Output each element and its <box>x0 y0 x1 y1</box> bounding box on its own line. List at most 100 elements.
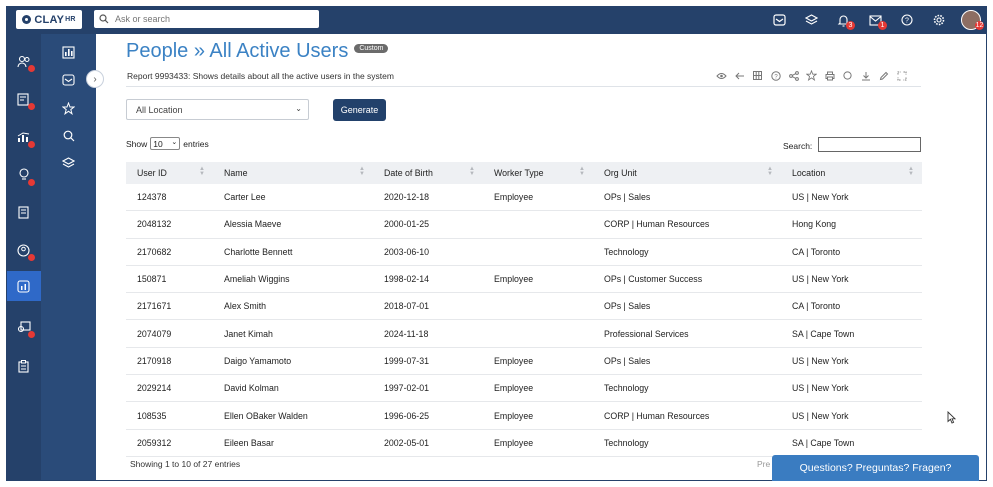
table-row[interactable]: 2171671 Alex Smith 2018-07-01 OPs | Sales CA… <box>126 292 922 321</box>
table-row[interactable]: 2029214 David Kolman 1997-02-01 Employee Tec… <box>126 374 922 403</box>
rail-analytics[interactable] <box>6 122 41 152</box>
rail-ideas[interactable] <box>6 160 41 190</box>
global-search-input[interactable] <box>113 13 307 25</box>
print-icon[interactable] <box>823 69 836 82</box>
download-icon[interactable] <box>859 69 872 82</box>
table-row[interactable]: 2170918 Daigo Yamamoto 1999-07-31 Employee O… <box>126 347 922 376</box>
cell-user-id: 2048132 <box>126 210 213 239</box>
rail-tasks[interactable] <box>6 351 41 381</box>
cell-location: US | New York <box>781 401 922 430</box>
alert-dot <box>28 103 35 110</box>
cell-org-unit: Technology <box>593 429 781 457</box>
column-header-name[interactable]: Name ▲ ▼ <box>213 162 373 184</box>
primary-sidebar <box>6 34 41 481</box>
mail-icon[interactable] <box>763 6 795 34</box>
cell-dob: 2018-07-01 <box>373 292 483 321</box>
rail-recruiting[interactable] <box>6 312 41 342</box>
edit-icon[interactable] <box>877 69 890 82</box>
share-icon[interactable] <box>787 69 800 82</box>
alert-dot <box>28 331 35 338</box>
help-chat-button[interactable]: Questions? Preguntas? Fragen? <box>772 455 979 481</box>
pagination-previous[interactable]: Pre <box>757 459 770 469</box>
users-table: User ID ▲ ▼ Name ▲ ▼ Date of Birth ▲ ▼ Worker … <box>126 162 922 457</box>
sort-icon: ▲ ▼ <box>469 166 475 177</box>
entries-select[interactable]: 10 ⌄ <box>150 137 181 150</box>
rail-reports[interactable] <box>6 271 41 301</box>
help-circle-icon[interactable]: ? <box>769 69 782 82</box>
report-description: Report 9993433: Shows details about all … <box>127 71 394 81</box>
subnav-dashboard[interactable] <box>41 41 96 63</box>
location-select[interactable]: All Location ⌄ <box>126 99 309 120</box>
help-icon[interactable]: ? <box>891 6 923 34</box>
table-row[interactable]: 150871 Ameliah Wiggins 1998-02-14 Employee O… <box>126 265 922 294</box>
subnav-search[interactable] <box>41 125 96 147</box>
cell-dob: 2003-06-10 <box>373 238 483 266</box>
table-row[interactable]: 2059312 Eileen Basar 2002-05-01 Employee Tec… <box>126 429 922 457</box>
top-bar: CLAY HR 3 1 ? <box>6 6 987 34</box>
search-icon <box>63 130 74 142</box>
cell-name: Alex Smith <box>213 292 373 321</box>
rail-profile[interactable] <box>6 235 41 265</box>
cell-user-id: 2171671 <box>126 292 213 321</box>
table-row[interactable]: 2170682 Charlotte Bennett 2003-06-10 Techno… <box>126 238 922 266</box>
chevron-down-icon: ⌄ <box>171 139 178 146</box>
layers-icon <box>62 157 75 168</box>
column-header-location[interactable]: Location ▲ ▼ <box>781 162 922 184</box>
cell-worker-type: Employee <box>483 429 593 457</box>
logo-text: CLAY <box>34 13 65 26</box>
mouse-cursor-icon <box>947 411 956 424</box>
cell-worker-type <box>483 292 593 321</box>
generate-button[interactable]: Generate <box>333 99 386 121</box>
top-icons: 3 1 ? 12 <box>763 6 987 34</box>
circle-icon[interactable] <box>841 69 854 82</box>
rail-id-card[interactable] <box>6 84 41 114</box>
report-actions: ? <box>715 69 908 82</box>
layers-icon[interactable] <box>795 6 827 34</box>
user-avatar[interactable]: 12 <box>955 6 987 34</box>
cell-dob: 1996-06-25 <box>373 401 483 430</box>
table-row[interactable]: 2074079 Janet Kimah 2024-11-18 Professional… <box>126 319 922 348</box>
cell-name: Carter Lee <box>213 184 373 212</box>
bell-icon[interactable]: 3 <box>827 6 859 34</box>
cell-worker-type <box>483 210 593 239</box>
subnav-layers[interactable] <box>41 152 96 174</box>
sort-icon: ▲ ▼ <box>908 166 914 177</box>
alert-dot <box>28 141 35 148</box>
rail-people[interactable] <box>6 46 41 76</box>
clayhr-logo[interactable]: CLAY HR <box>16 10 82 29</box>
eye-icon[interactable] <box>715 69 728 82</box>
cell-dob: 2024-11-18 <box>373 319 483 348</box>
table-search-input[interactable] <box>818 137 921 152</box>
cell-worker-type: Employee <box>483 184 593 212</box>
star-icon[interactable] <box>805 69 818 82</box>
report-icon <box>17 279 30 293</box>
table-row[interactable]: 124378 Carter Lee 2020-12-18 Employee OPs | … <box>126 184 922 212</box>
cell-user-id: 2170682 <box>126 238 213 266</box>
cell-org-unit: CORP | Human Resources <box>593 401 781 430</box>
sort-icon: ▲ ▼ <box>359 166 365 177</box>
table-row[interactable]: 108535 Ellen OBaker Walden 1996-06-25 Emplo… <box>126 401 922 430</box>
gear-icon[interactable] <box>923 6 955 34</box>
cell-user-id: 2170918 <box>126 347 213 376</box>
column-header-date-of-birth[interactable]: Date of Birth ▲ ▼ <box>373 162 483 184</box>
expand-icon[interactable] <box>895 69 908 82</box>
column-header-user-id[interactable]: User ID ▲ ▼ <box>126 162 213 184</box>
column-header-worker-type[interactable]: Worker Type ▲ ▼ <box>483 162 593 184</box>
subnav-favorites[interactable] <box>41 97 96 119</box>
page-title-text: People » All Active Users <box>126 40 349 62</box>
table-row[interactable]: 2048132 Alessia Maeve 2000-01-25 CORP | Hum… <box>126 210 922 239</box>
grid-icon[interactable] <box>751 69 764 82</box>
cell-dob: 2002-05-01 <box>373 429 483 457</box>
cell-location: US | New York <box>781 374 922 403</box>
cell-worker-type: Employee <box>483 401 593 430</box>
cell-name: Ameliah Wiggins <box>213 265 373 294</box>
column-header-org-unit[interactable]: Org Unit ▲ ▼ <box>593 162 781 184</box>
cell-worker-type: Employee <box>483 374 593 403</box>
search-icon <box>99 14 109 24</box>
back-arrow-icon[interactable] <box>733 69 746 82</box>
global-search[interactable] <box>94 10 319 28</box>
rail-documents[interactable] <box>6 197 41 227</box>
sort-icon: ▲ ▼ <box>199 166 205 177</box>
envelope-icon[interactable]: 1 <box>859 6 891 34</box>
logo-suffix: HR <box>65 16 76 23</box>
